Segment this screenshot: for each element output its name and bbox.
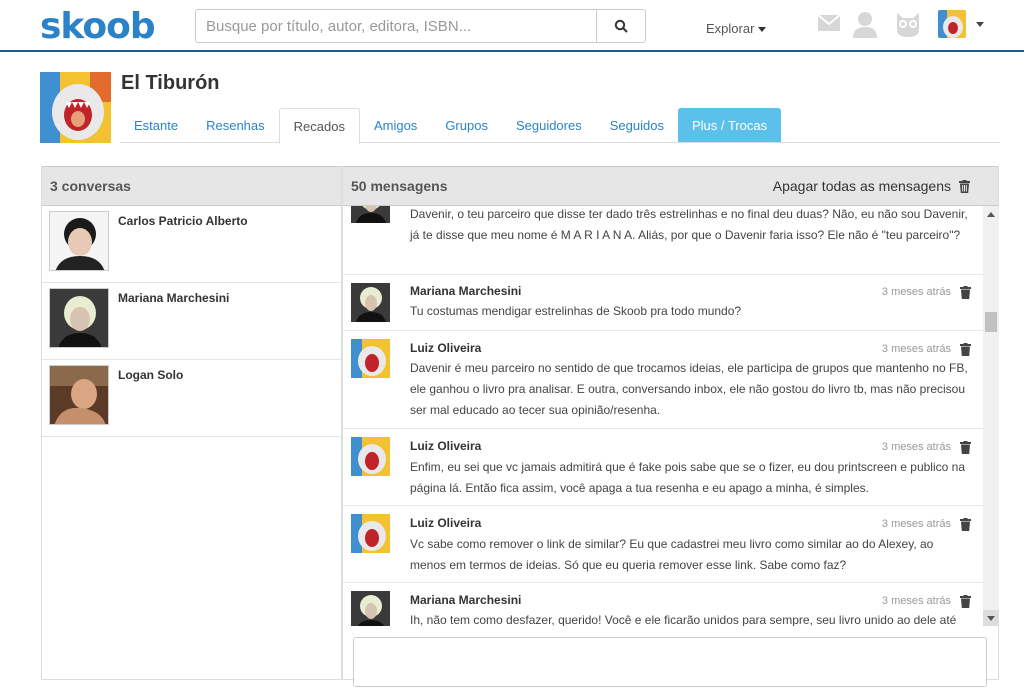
message-text: Enfim, eu sei que vc jamais admitirá que… — [410, 460, 965, 495]
chevron-down-icon[interactable] — [976, 22, 984, 27]
search-button[interactable] — [596, 10, 645, 42]
message-author[interactable]: Luiz Oliveira — [410, 341, 481, 355]
avatar — [351, 206, 390, 223]
message-author[interactable]: Mariana Marchesini — [410, 284, 521, 298]
scroll-up-icon[interactable] — [983, 206, 999, 222]
tab-amigos[interactable]: Amigos — [360, 108, 431, 143]
message-time: 3 meses atrás — [881, 286, 951, 298]
search-input[interactable] — [196, 10, 596, 42]
scroll-down-icon[interactable] — [983, 610, 999, 626]
reply-input[interactable] — [354, 638, 986, 686]
tabs-divider — [120, 142, 1000, 143]
skoob-logo[interactable]: skoob — [40, 6, 156, 47]
messages-list: Davenir, o teu parceiro que disse ter da… — [343, 206, 983, 626]
message-item: Luiz Oliveira 3 meses atrás Vc sabe como… — [343, 506, 983, 583]
message-item: Davenir, o teu parceiro que disse ter da… — [343, 206, 983, 275]
message-item: Mariana Marchesini 3 meses atrás Tu cost… — [343, 275, 983, 331]
avatar[interactable] — [351, 591, 390, 626]
conversation-name: Carlos Patricio Alberto — [118, 214, 248, 228]
tab-resenhas[interactable]: Resenhas — [192, 108, 279, 143]
trash-icon — [959, 179, 970, 193]
messages-scrollbar[interactable] — [983, 206, 999, 626]
avatar — [49, 211, 109, 271]
mail-icon[interactable] — [817, 14, 841, 37]
avatar[interactable] — [351, 514, 390, 553]
user-avatar[interactable] — [938, 10, 966, 38]
explore-label: Explorar — [706, 21, 755, 36]
message-author[interactable]: Luiz Oliveira — [410, 516, 481, 530]
message-text: Davenir é meu parceiro no sentido de que… — [410, 361, 968, 417]
explore-menu[interactable]: Explorar — [706, 21, 767, 36]
avatar[interactable] — [351, 339, 390, 378]
message-time: 3 meses atrás — [881, 343, 951, 355]
messages-count: 50 mensagens — [351, 178, 448, 194]
tab-recados[interactable]: Recados — [278, 108, 360, 144]
message-time: 3 meses atrás — [881, 595, 951, 607]
profile-tabs: Estante Resenhas Recados Amigos Grupos S… — [120, 108, 782, 144]
profile-avatar[interactable] — [40, 72, 111, 143]
avatar[interactable] — [351, 283, 390, 322]
tab-seguidores[interactable]: Seguidores — [502, 108, 596, 143]
user-icon[interactable] — [851, 10, 879, 43]
conversation-item[interactable]: Carlos Patricio Alberto — [42, 206, 341, 283]
message-text: Tu costumas mendigar estrelinhas de Skoo… — [410, 304, 742, 318]
messages-header: 50 mensagens Apagar todas as mensagens — [343, 166, 998, 206]
message-time: 3 meses atrás — [881, 441, 951, 453]
tab-plus-trocas[interactable]: Plus / Trocas — [677, 108, 782, 143]
message-author[interactable]: Mariana Marchesini — [410, 593, 521, 607]
message-text: Vc sabe como remover o link de similar? … — [410, 537, 934, 572]
conversation-name: Mariana Marchesini — [118, 291, 230, 305]
owl-icon[interactable] — [894, 10, 922, 43]
message-item: Mariana Marchesini 3 meses atrás Ih, não… — [343, 583, 983, 626]
message-text: Ih, não tem como desfazer, querido! Você… — [410, 613, 957, 626]
conversations-panel: 3 conversas Carlos Patricio Alberto Mari… — [41, 166, 342, 680]
conversation-name: Logan Solo — [118, 368, 184, 382]
avatar — [49, 288, 109, 348]
search-icon — [614, 19, 628, 33]
delete-all-label: Apagar todas as mensagens — [772, 178, 951, 194]
message-item: Luiz Oliveira 3 meses atrás Enfim, eu se… — [343, 429, 983, 506]
conversation-item[interactable]: Logan Solo — [42, 360, 341, 437]
messages-panel: 50 mensagens Apagar todas as mensagens D… — [342, 166, 999, 687]
top-navbar: skoob Explorar — [0, 0, 1024, 52]
avatar — [49, 365, 109, 425]
profile-name: El Tiburón — [121, 72, 220, 94]
avatar[interactable] — [351, 437, 390, 476]
message-item: Luiz Oliveira 3 meses atrás Davenir é me… — [343, 331, 983, 429]
message-time: 3 meses atrás — [881, 518, 951, 530]
conversations-header: 3 conversas — [42, 166, 341, 206]
chevron-down-icon — [758, 27, 767, 33]
tab-estante[interactable]: Estante — [120, 108, 192, 143]
conversation-item[interactable]: Mariana Marchesini — [42, 283, 341, 360]
message-text: Davenir, o teu parceiro que disse ter da… — [410, 207, 968, 242]
tab-grupos[interactable]: Grupos — [431, 108, 502, 143]
search-bar — [195, 9, 646, 43]
delete-all-button[interactable]: Apagar todas as mensagens — [773, 178, 970, 194]
tab-seguidos[interactable]: Seguidos — [596, 108, 678, 143]
message-author[interactable]: Luiz Oliveira — [410, 439, 481, 453]
scroll-thumb[interactable] — [985, 312, 997, 332]
